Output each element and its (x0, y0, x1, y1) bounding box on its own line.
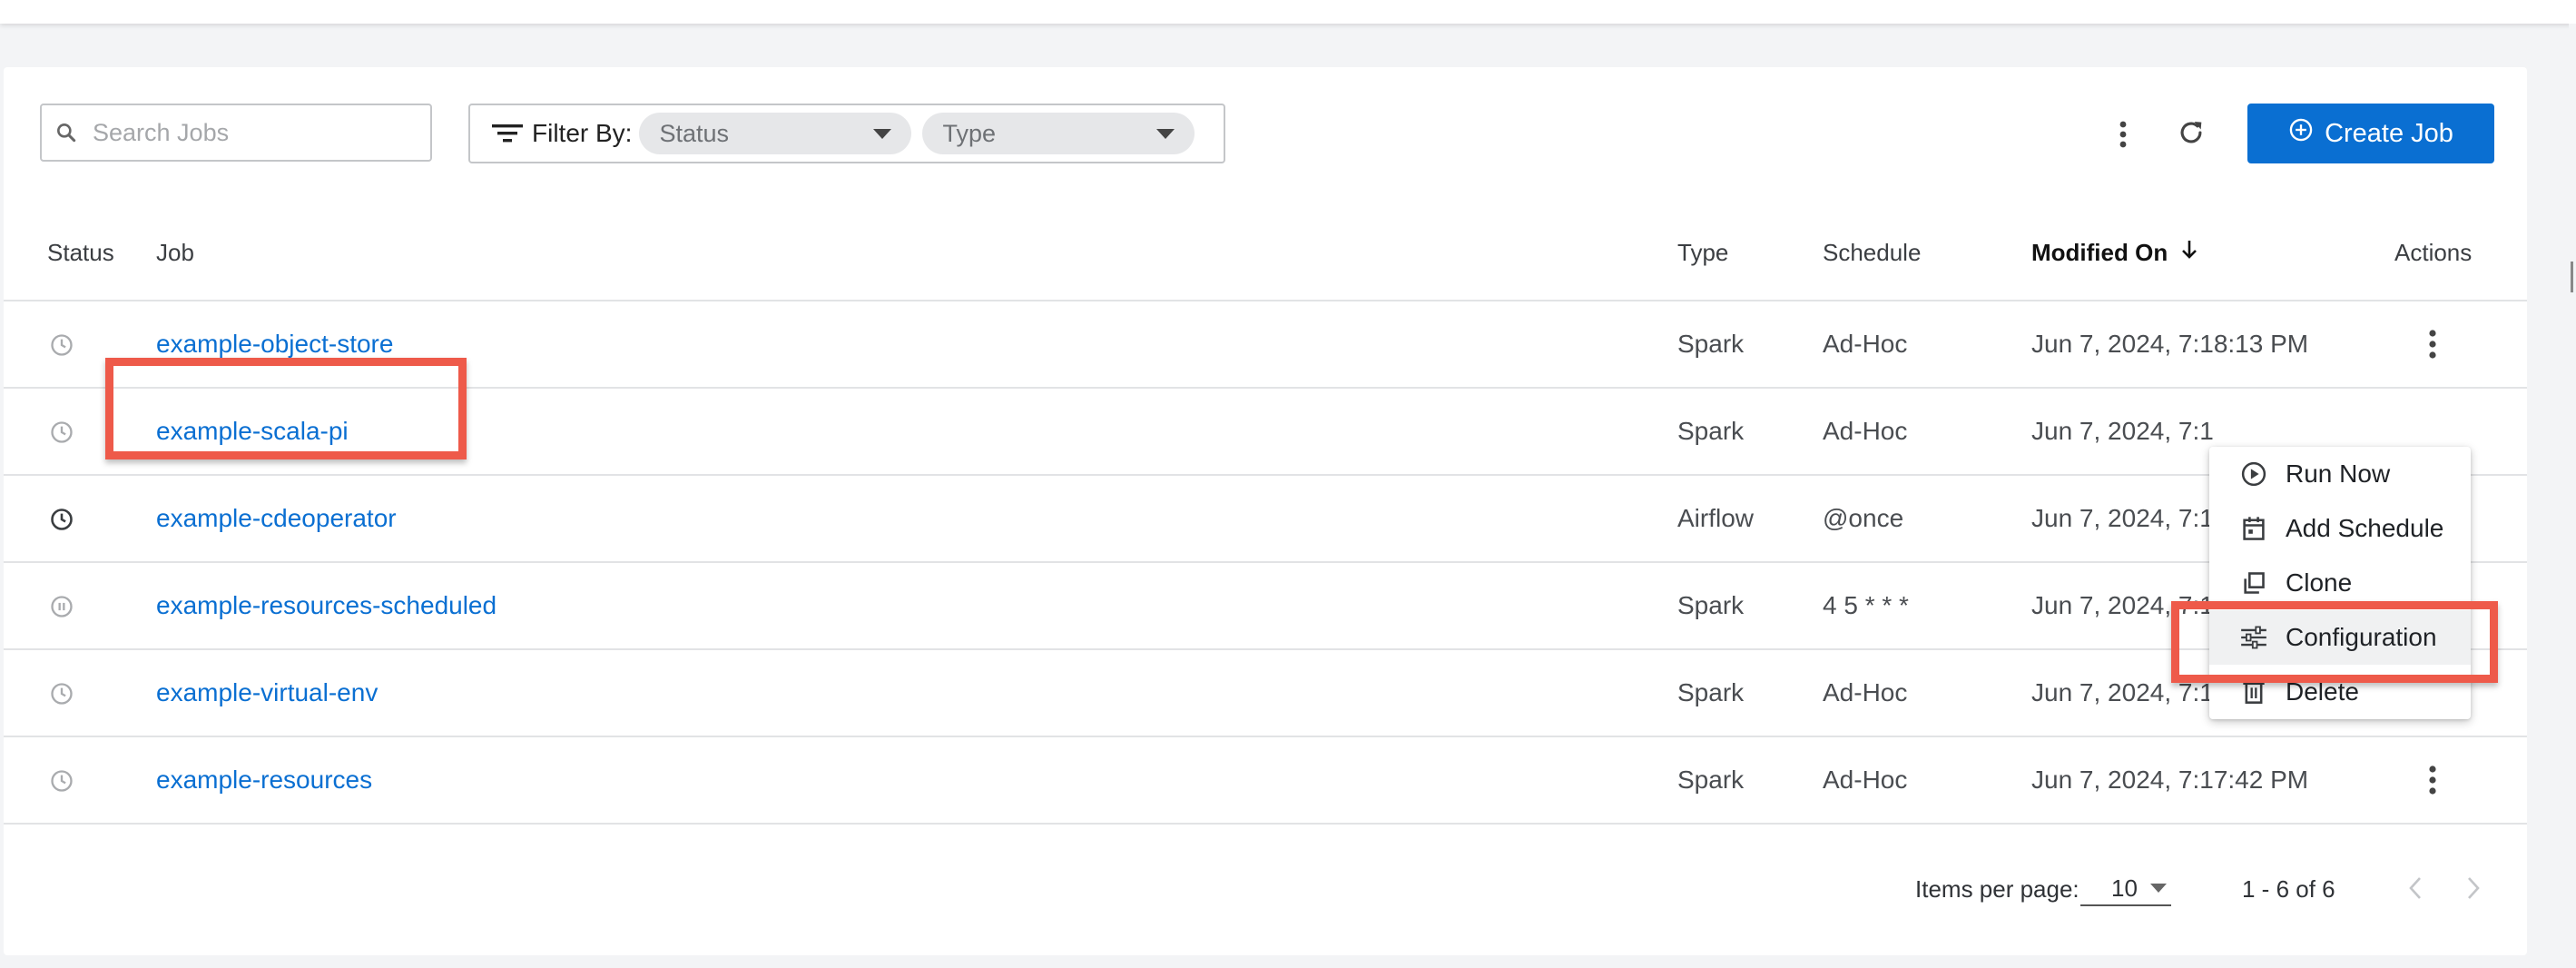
job-link[interactable]: example-object-store (156, 327, 393, 361)
chevron-down-icon (1156, 128, 1175, 139)
items-per-page-select[interactable]: 10 (2080, 872, 2171, 906)
column-header-modified-label: Modified On (2031, 239, 2168, 266)
job-link[interactable]: example-cdeoperator (156, 501, 397, 536)
row-actions-button[interactable] (2424, 327, 2442, 361)
job-schedule: Ad-Hoc (1823, 766, 1908, 794)
column-header-job: Job (156, 239, 194, 266)
copy-icon (2240, 569, 2267, 597)
clock-icon (49, 332, 74, 358)
chevron-down-icon (873, 128, 892, 139)
pause-icon (49, 594, 74, 619)
clock-icon (49, 420, 74, 445)
table-row: example-cdeoperator Airflow @once Jun 7,… (4, 476, 2527, 561)
column-header-schedule: Schedule (1823, 239, 1922, 266)
table-row: example-virtual-env Spark Ad-Hoc Jun 7, … (4, 650, 2527, 736)
chevron-down-icon (2149, 884, 2167, 893)
play-circle-icon (2240, 460, 2267, 488)
type-filter-placeholder: Type (942, 119, 997, 147)
refresh-button[interactable] (2173, 116, 2209, 153)
more-options-button[interactable] (2109, 116, 2137, 153)
job-modified: Jun 7, 2024, 7:1 (2031, 504, 2214, 532)
previous-page-button[interactable] (2402, 870, 2429, 906)
clock-icon (49, 507, 74, 532)
clock-icon (49, 768, 74, 794)
create-job-label: Create Job (2325, 118, 2453, 148)
job-schedule: Ad-Hoc (1823, 417, 1908, 445)
type-filter-select[interactable]: Type (922, 113, 1195, 154)
filter-icon (492, 120, 523, 147)
filter-label: Filter By: (532, 119, 633, 147)
job-schedule: @once (1823, 504, 1904, 532)
plus-circle-icon (2288, 117, 2314, 150)
column-header-type: Type (1677, 239, 1729, 266)
search-box[interactable] (40, 104, 432, 162)
job-modified: Jun 7, 2024, 7:17:42 PM (2031, 766, 2309, 794)
pagination-range: 1 - 6 of 6 (2242, 875, 2335, 903)
job-type: Spark (1677, 678, 1745, 706)
job-type: Spark (1677, 766, 1745, 794)
highlight-box-job (105, 358, 467, 459)
job-type: Spark (1677, 591, 1745, 619)
search-input[interactable] (91, 117, 421, 148)
menu-item-label: Clone (2286, 568, 2353, 597)
refresh-icon (2176, 117, 2207, 153)
job-modified: Jun 7, 2024, 7:18:13 PM (2031, 330, 2309, 358)
job-link[interactable]: example-virtual-env (156, 676, 378, 710)
job-type: Spark (1677, 417, 1745, 445)
table-row: example-resources Spark Ad-Hoc Jun 7, 20… (4, 737, 2527, 823)
job-schedule: Ad-Hoc (1823, 678, 1908, 706)
search-icon (54, 119, 82, 146)
job-modified: Jun 7, 2024, 7:1 (2031, 417, 2214, 445)
highlight-box-configuration (2171, 601, 2498, 683)
top-bar (0, 0, 2576, 24)
next-page-button[interactable] (2460, 870, 2487, 906)
job-link[interactable]: example-resources-scheduled (156, 588, 497, 623)
arrow-down-icon (2180, 236, 2198, 269)
items-per-page-value: 10 (2111, 874, 2138, 902)
clock-icon (49, 681, 74, 706)
status-filter-select[interactable]: Status (639, 113, 912, 154)
status-filter-placeholder: Status (659, 119, 730, 147)
column-header-modified[interactable]: Modified On (2031, 236, 2198, 269)
filter-bar: Filter By: Status Type (468, 104, 1225, 163)
job-type: Airflow (1677, 504, 1755, 532)
menu-item-run-now[interactable]: Run Now (2209, 447, 2471, 501)
jobs-card: Filter By: Status Type Create Job Status… (4, 67, 2527, 955)
job-schedule: 4 5 * * * (1823, 591, 1909, 619)
column-header-status: Status (47, 239, 114, 266)
job-type: Spark (1677, 330, 1745, 358)
menu-item-add-schedule[interactable]: Add Schedule (2209, 501, 2471, 556)
job-schedule: Ad-Hoc (1823, 330, 1908, 358)
menu-item-label: Run Now (2286, 459, 2391, 488)
row-actions-button[interactable] (2424, 763, 2442, 797)
menu-item-label: Add Schedule (2286, 514, 2444, 542)
table-bottom-divider (4, 823, 2527, 825)
table-row: example-resources-scheduled Spark 4 5 * … (4, 563, 2527, 648)
column-header-actions: Actions (2394, 239, 2473, 266)
scroll-tick (2571, 262, 2573, 292)
job-link[interactable]: example-resources (156, 763, 372, 797)
create-job-button[interactable]: Create Job (2247, 104, 2494, 163)
items-per-page-label: Items per page: (1915, 875, 2079, 903)
right-edge (2569, 24, 2576, 968)
calendar-icon (2240, 515, 2267, 542)
